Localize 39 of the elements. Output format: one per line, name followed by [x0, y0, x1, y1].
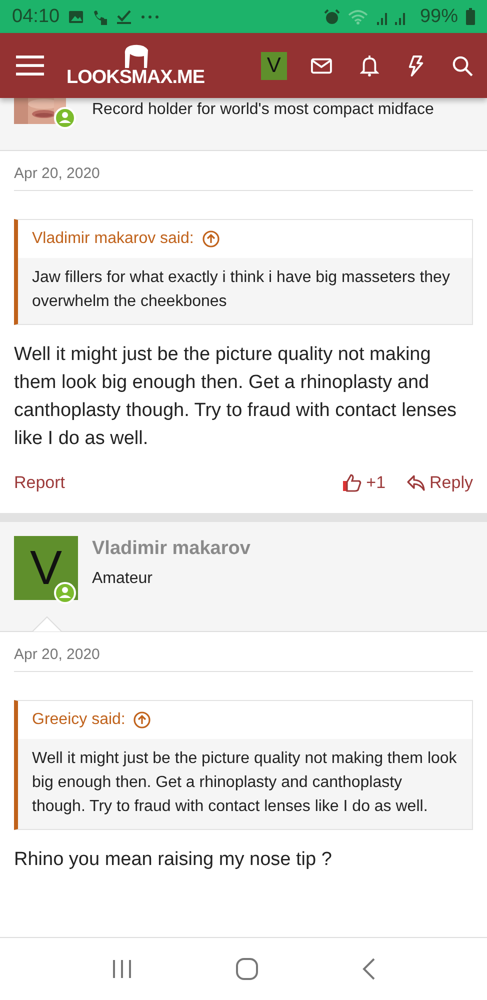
checkmark-icon	[116, 8, 132, 24]
post-date[interactable]: Apr 20, 2020	[14, 165, 473, 191]
thumbs-up-icon	[342, 473, 362, 493]
recent-apps-icon[interactable]	[111, 959, 134, 979]
wifi-icon	[348, 8, 368, 24]
user-title: Record holder for world's most compact midface	[92, 101, 435, 119]
menu-icon[interactable]	[16, 54, 44, 78]
envelope-icon[interactable]	[311, 58, 332, 74]
arrow-up-circle-icon[interactable]	[202, 230, 220, 248]
user-avatar[interactable]: V	[14, 536, 78, 600]
bell-icon[interactable]	[360, 54, 380, 76]
reply-button[interactable]: Reply	[406, 473, 473, 493]
battery-icon	[466, 8, 475, 25]
home-icon[interactable]	[235, 957, 260, 981]
like-button[interactable]: +1	[342, 473, 386, 493]
image-icon	[68, 10, 84, 24]
reaction-count: +1	[366, 473, 386, 493]
quote-text: Well it might just be the picture quality not making them look big enough then. Get a rhinoplasty and canthoplasty though. Try to fraud with contact lenses like I do as well.	[18, 739, 472, 829]
quote-author-link[interactable]: Vladimir makarov said:	[32, 230, 194, 248]
search-icon[interactable]	[452, 54, 473, 76]
more-icon	[140, 14, 160, 20]
arrow-up-circle-icon[interactable]	[133, 711, 152, 729]
user-avatar[interactable]: V	[260, 52, 288, 80]
quote-author-link[interactable]: Greeicy said:	[32, 711, 126, 729]
battery-percentage: 99%	[420, 6, 458, 28]
post-date[interactable]: Apr 20, 2020	[14, 646, 473, 672]
reply-arrow-icon	[406, 474, 426, 492]
phone-icon	[92, 8, 108, 24]
site-logo[interactable]: LOOKSMAX.ME	[66, 68, 205, 88]
alarm-icon	[324, 8, 340, 24]
back-icon[interactable]	[362, 958, 376, 980]
user-title: Amateur	[92, 570, 154, 588]
quote-text: Jaw fillers for what exactly i think i have big masseters they overwhelm the cheekbones	[18, 258, 472, 324]
post-text: Rhino you mean raising my nose tip ?	[14, 848, 333, 872]
post-text: Well it might just be the picture quality not making them look big enough then. Get a rhinoplasty and canthoplasty though. Try to fraud with contact lenses like I do as well.	[14, 343, 458, 451]
clock: 04:10	[12, 6, 60, 28]
username[interactable]: Vladimir makarov	[92, 536, 473, 560]
report-link[interactable]: Report	[14, 473, 66, 493]
lightning-icon[interactable]	[407, 54, 424, 76]
